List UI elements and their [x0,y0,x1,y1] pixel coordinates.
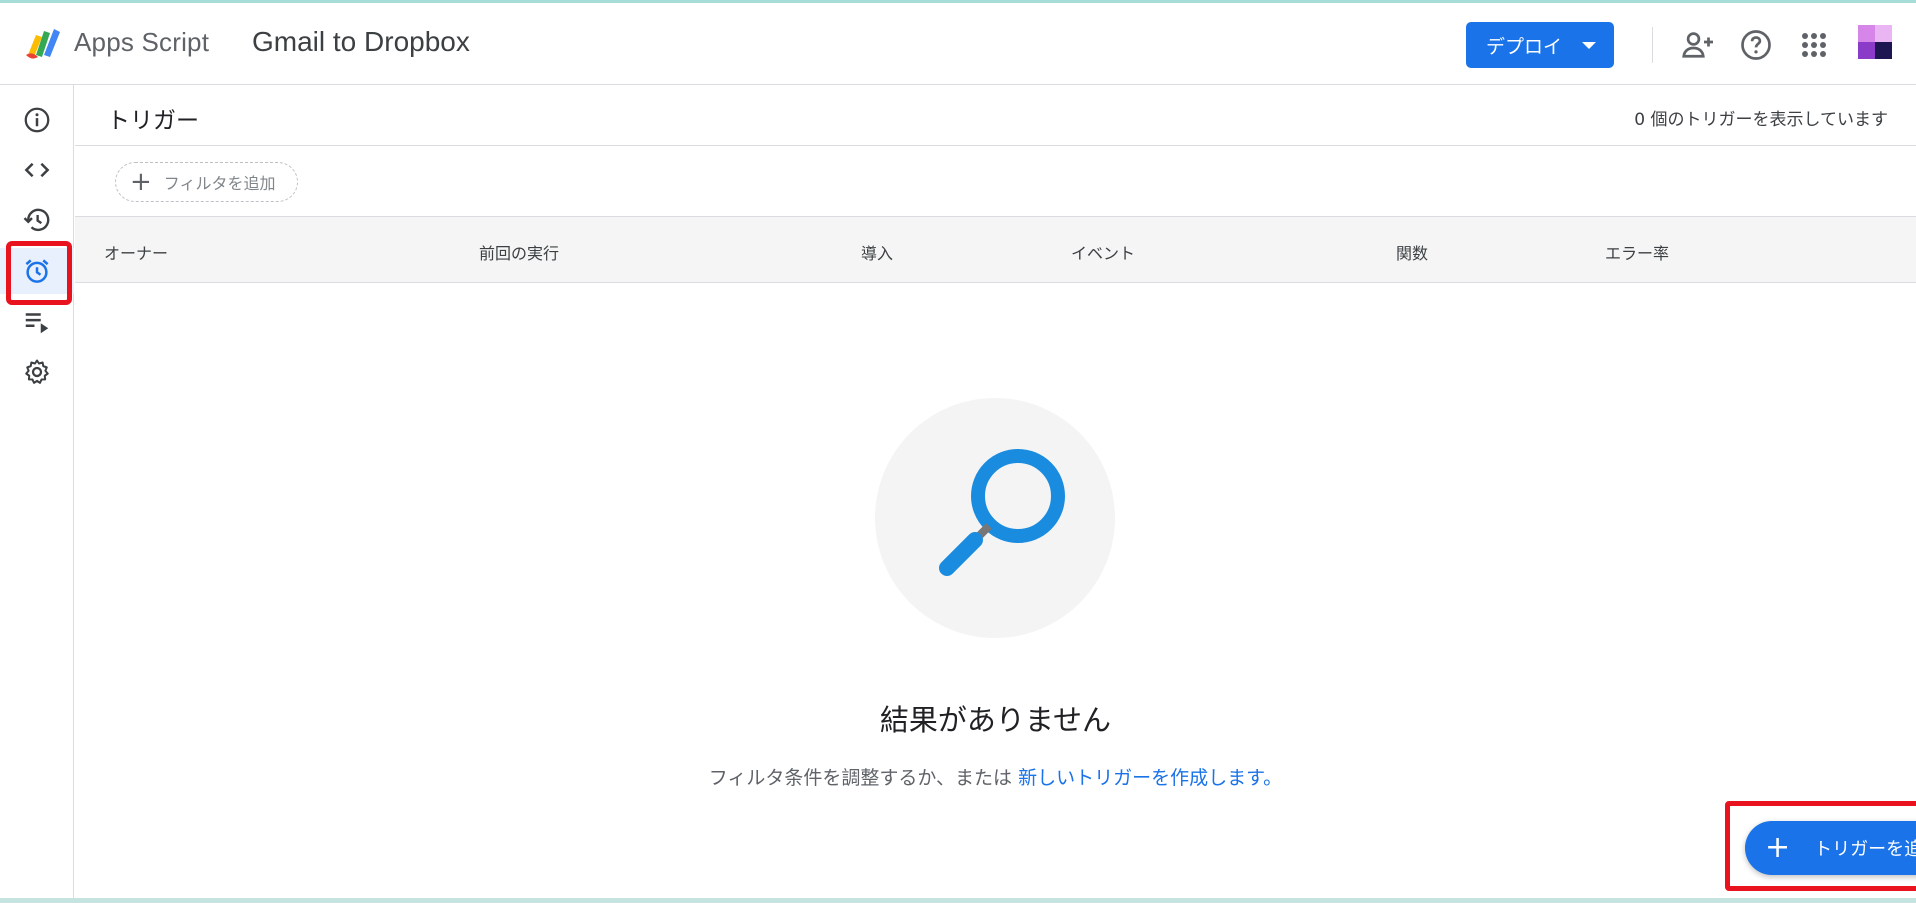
playlist-play-icon [25,313,49,334]
code-icon [24,162,50,178]
column-header-deployment[interactable]: 導入 [861,240,893,264]
empty-state-illustration [875,398,1115,638]
sidebar-item-editor[interactable] [0,147,74,193]
column-header-event[interactable]: イベント [1071,240,1135,264]
deploy-button-label: デプロイ [1486,35,1563,58]
filter-bar: + フィルタを追加 [75,147,1916,217]
header-divider [1652,27,1653,63]
sidebar-item-settings[interactable] [0,349,74,395]
page-title-bar: トリガー 0 個のトリガーを表示しています [75,85,1916,146]
empty-state-description: フィルタ条件を調整するか、または 新しいトリガーを作成します。 [75,763,1916,790]
left-sidebar [0,85,74,898]
plus-icon: + [1765,830,1791,865]
column-header-owner[interactable]: オーナー [104,240,168,264]
sidebar-item-triggers[interactable] [0,248,74,294]
page-title: トリガー [107,108,199,134]
add-trigger-label: トリガーを追加 [1814,839,1916,860]
apps-grid-icon[interactable] [1796,27,1832,63]
magnifier-icon [939,449,1065,576]
apps-script-logo [26,29,60,59]
top-header: Apps Script Gmail to Dropbox デプロイ [0,3,1916,85]
history-icon [23,208,50,232]
create-trigger-link[interactable]: 新しいトリガーを作成します。 [1018,767,1282,789]
gear-icon [25,359,49,384]
deploy-button[interactable]: デプロイ [1466,22,1614,68]
empty-state-title: 結果がありません [879,703,1112,737]
brand-name: Apps Script [74,27,210,57]
add-filter-label: フィルタを追加 [163,174,276,193]
project-title[interactable]: Gmail to Dropbox [252,26,470,58]
sidebar-item-overview[interactable] [0,97,74,143]
column-header-error-rate[interactable]: エラー率 [1605,240,1669,264]
alarm-clock-icon [25,259,49,283]
trigger-count: 0 個のトリガーを表示しています [1634,110,1888,130]
table-header: オーナー 前回の実行 導入 イベント 関数 エラー率 [75,217,1916,283]
main-content: トリガー 0 個のトリガーを表示しています + フィルタを追加 オーナー 前回の… [75,85,1916,898]
sidebar-item-history[interactable] [0,197,74,243]
window-bottom-edge [0,898,1916,903]
help-icon[interactable] [1738,27,1774,63]
avatar[interactable] [1858,25,1892,59]
column-header-last-run[interactable]: 前回の実行 [479,240,559,264]
caret-down-icon [1582,42,1596,49]
info-icon [24,107,50,133]
sidebar-item-executions[interactable] [0,299,74,345]
empty-state-desc-text: フィルタ条件を調整するか、または [708,767,1019,789]
add-trigger-button[interactable]: + トリガーを追加 [1745,821,1916,875]
person-add-icon[interactable] [1680,27,1716,63]
column-header-function[interactable]: 関数 [1396,240,1428,264]
add-filter-button[interactable]: + フィルタを追加 [115,162,298,202]
plus-icon: + [130,167,152,197]
